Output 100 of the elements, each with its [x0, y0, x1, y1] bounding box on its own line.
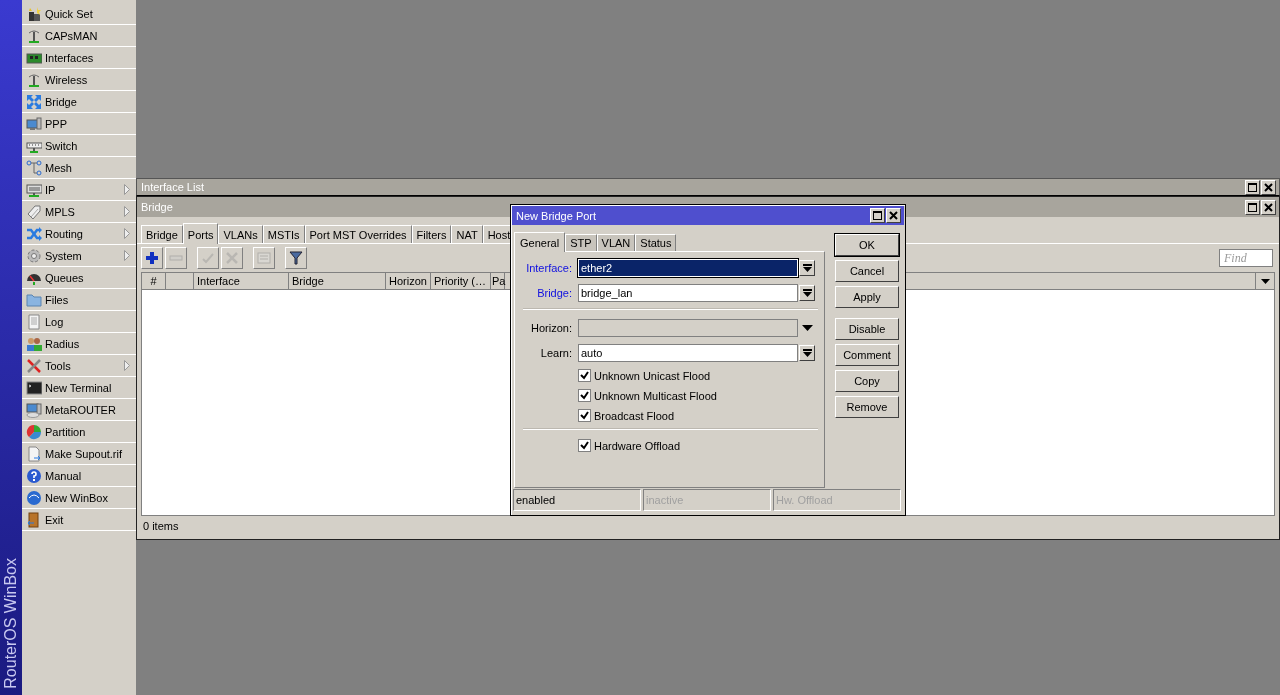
restore-button[interactable]	[1245, 179, 1260, 195]
door-icon	[26, 511, 42, 528]
tab[interactable]: Ports	[182, 223, 219, 244]
restore-icon	[873, 211, 882, 220]
filter-icon	[289, 251, 303, 265]
close-icon	[1264, 182, 1273, 192]
caret-icon	[801, 325, 813, 331]
menu-item[interactable]: New WinBox	[22, 487, 136, 509]
dialog-button[interactable]: Cancel	[835, 260, 899, 282]
menu-item[interactable]: CAPsMAN	[22, 25, 136, 47]
submenu-arrow-icon	[124, 250, 130, 261]
menu-item[interactable]: Partition	[22, 421, 136, 443]
menu-item[interactable]: Log	[22, 311, 136, 333]
close-icon	[1264, 202, 1273, 212]
pie-chart-icon	[26, 423, 42, 440]
input-field[interactable]: bridge_lan	[578, 284, 798, 302]
menu-item[interactable]: Interfaces	[22, 47, 136, 69]
antenna-icon	[26, 27, 42, 44]
dropdown-button[interactable]	[799, 285, 815, 301]
checkbox-label: Hardware Offload	[594, 439, 680, 452]
close-button[interactable]	[1261, 199, 1276, 215]
close-icon	[889, 211, 898, 220]
dropdown-button[interactable]	[799, 345, 815, 361]
menu-item[interactable]: Exit	[22, 509, 136, 531]
tab[interactable]: VLANs	[218, 225, 263, 243]
field-label: Learn:	[539, 347, 572, 359]
help-icon	[26, 467, 42, 484]
search-field[interactable]: Find	[1219, 249, 1273, 267]
tab[interactable]: General	[514, 232, 566, 252]
tab[interactable]: Port MST Overrides	[304, 225, 412, 243]
status-text: 0 items	[142, 519, 180, 534]
tab[interactable]: NAT	[451, 225, 483, 243]
dropdown-icon	[802, 348, 812, 358]
submenu-arrow-icon	[124, 206, 130, 217]
tab[interactable]: Filters	[411, 225, 452, 243]
globe-icon	[26, 489, 42, 506]
tab[interactable]: MSTIs	[262, 225, 305, 243]
document-icon	[26, 313, 42, 330]
close-button[interactable]	[886, 208, 901, 223]
check-icon	[201, 251, 215, 265]
window-title: Bridge	[141, 201, 174, 213]
toolbar-button[interactable]	[141, 247, 163, 269]
submenu-arrow-icon	[124, 228, 130, 239]
checkbox[interactable]	[578, 409, 591, 422]
menu-item[interactable]: MetaROUTER	[22, 399, 136, 421]
menu-item[interactable]: Radius	[22, 333, 136, 355]
menu-item[interactable]: Switch	[22, 135, 136, 157]
dialog-button[interactable]: Disable	[835, 318, 899, 340]
menu-item[interactable]: Manual	[22, 465, 136, 487]
computer-icon	[26, 401, 42, 418]
checkbox-label: Unknown Multicast Flood	[594, 389, 717, 402]
antenna-icon	[26, 71, 42, 88]
dialog-button[interactable]: Comment	[835, 344, 899, 366]
check-icon	[580, 371, 589, 380]
restore-button[interactable]	[1245, 199, 1260, 215]
check-icon	[580, 441, 589, 450]
submenu-arrow-icon	[124, 360, 130, 371]
terminal-icon	[26, 379, 42, 396]
dialog-button[interactable]: Remove	[835, 396, 899, 418]
menu-item[interactable]: Quick Set	[22, 3, 136, 25]
menu-item[interactable]: System	[22, 245, 136, 267]
menu-item[interactable]: MPLS	[22, 201, 136, 223]
dropdown-icon	[802, 288, 812, 298]
menu-item[interactable]: PPP	[22, 113, 136, 135]
menu-item[interactable]: IP	[22, 179, 136, 201]
check-icon	[580, 411, 589, 420]
field-label: Horizon:	[530, 322, 572, 334]
input-field[interactable]: auto	[578, 344, 798, 362]
dropdown-button[interactable]	[799, 260, 815, 276]
input-field[interactable]: ether2	[578, 259, 798, 277]
field-label: Interface:	[525, 262, 572, 274]
menu-item[interactable]: Tools	[22, 355, 136, 377]
menu-item[interactable]: New Terminal	[22, 377, 136, 399]
checkbox[interactable]	[578, 369, 591, 382]
note-icon	[257, 251, 271, 265]
dialog-button[interactable]: Apply	[835, 286, 899, 308]
restore-button[interactable]	[870, 208, 885, 223]
toolbar-button[interactable]	[285, 247, 307, 269]
tags-icon	[26, 203, 42, 220]
add-icon	[145, 251, 159, 265]
tab[interactable]: VLAN	[596, 234, 636, 251]
caret-icon	[1260, 278, 1270, 284]
tools-icon	[26, 357, 42, 374]
device-icon	[26, 181, 42, 198]
checkbox[interactable]	[578, 389, 591, 402]
tab[interactable]: STP	[565, 234, 597, 251]
menu-item[interactable]: Files	[22, 289, 136, 311]
menu-item[interactable]: Mesh	[22, 157, 136, 179]
menu-item[interactable]: Make Supout.rif	[22, 443, 136, 465]
status-field: enabled	[513, 489, 641, 511]
menu-item[interactable]: Routing	[22, 223, 136, 245]
tab[interactable]: Bridge	[141, 225, 183, 243]
checkbox-label: Broadcast Flood	[594, 409, 675, 422]
dialog-button[interactable]: Copy	[835, 370, 899, 392]
checkbox[interactable]	[578, 439, 591, 452]
tab[interactable]: Status	[635, 234, 677, 251]
dialog-button[interactable]: OK	[835, 234, 899, 256]
menu-item[interactable]: Wireless	[22, 69, 136, 91]
menu-item[interactable]: Bridge	[22, 91, 136, 113]
close-button[interactable]	[1261, 179, 1276, 195]
